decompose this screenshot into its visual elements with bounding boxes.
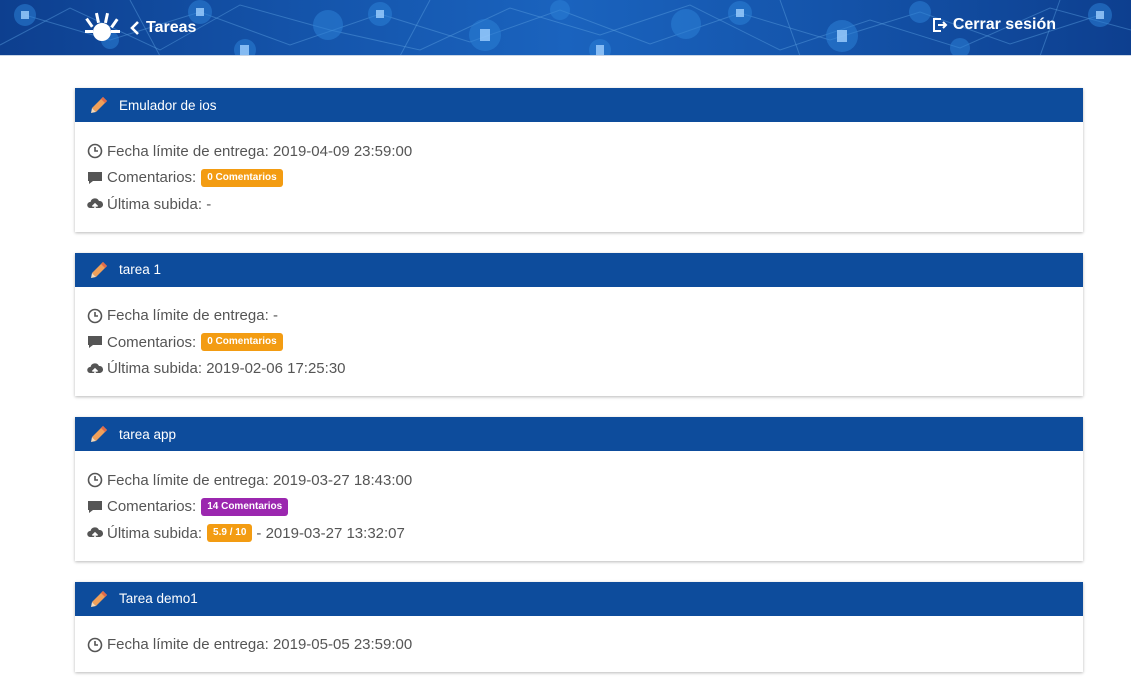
task-card: tarea app Fecha límite de entrega: 2019-…: [75, 417, 1083, 561]
task-title: tarea 1: [119, 262, 162, 277]
pencil-icon: [91, 426, 107, 442]
upload-row: Última subida: 2019-02-06 17:25:30: [87, 356, 1071, 383]
task-card-header[interactable]: Tarea demo1: [75, 581, 1083, 616]
comments-badge[interactable]: 14 Comentarios: [201, 497, 289, 516]
task-card-body: Fecha límite de entrega: 2019-05-05 23:5…: [75, 616, 1083, 673]
task-list: Emulador de ios Fecha límite de entrega:…: [75, 88, 1083, 693]
task-title: Tarea demo1: [119, 591, 198, 606]
task-title: tarea app: [119, 426, 177, 442]
pencil-icon: [91, 97, 107, 113]
deadline-value: -: [272, 307, 278, 325]
deadline-row: Fecha límite de entrega: 2019-03-27 18:4…: [87, 467, 1071, 494]
deadline-label: Fecha límite de entrega:: [107, 636, 269, 654]
comments-row: Comentarios: 14 Comentarios: [87, 494, 1071, 521]
task-card: tarea 1 Fecha límite de entrega: - Comen…: [75, 252, 1083, 397]
comments-badge[interactable]: 0 Comentarios: [201, 333, 283, 352]
clock-icon: [87, 143, 103, 159]
task-card: Emulador de ios Fecha límite de entrega:…: [75, 88, 1083, 232]
task-title: Emulador de ios: [119, 97, 217, 113]
deadline-value: 2019-05-05 23:59:00: [272, 636, 413, 654]
logout-button[interactable]: Cerrar sesión: [932, 16, 1056, 34]
comments-row: Comentarios: 0 Comentarios: [87, 329, 1071, 356]
grade-badge: 5.9 / 10: [207, 524, 253, 543]
app-logo-icon: [85, 12, 120, 41]
upload-value: -: [206, 195, 212, 213]
cloud-upload-icon: [87, 527, 103, 541]
upload-label: Última subida:: [107, 195, 203, 213]
deadline-row: Fecha límite de entrega: -: [87, 303, 1071, 330]
deadline-row: Fecha límite de entrega: 2019-04-09 23:5…: [87, 138, 1071, 165]
back-link-label: Tareas: [146, 19, 197, 36]
task-card-header[interactable]: tarea app: [75, 417, 1083, 451]
header-left: Tareas: [84, 10, 196, 46]
deadline-row: Fecha límite de entrega: 2019-05-05 23:5…: [87, 632, 1071, 659]
clock-icon: [87, 308, 103, 324]
task-card-body: Fecha límite de entrega: 2019-04-09 23:5…: [75, 122, 1083, 232]
task-card-body: Fecha límite de entrega: 2019-03-27 18:4…: [75, 451, 1083, 561]
comment-icon: [88, 500, 102, 513]
comments-label: Comentarios:: [107, 498, 197, 516]
deadline-value: 2019-04-09 23:59:00: [272, 142, 413, 160]
upload-row: Última subida: -: [87, 191, 1071, 218]
task-card-header[interactable]: tarea 1: [75, 252, 1083, 287]
deadline-label: Fecha límite de entrega:: [107, 142, 269, 160]
comments-row: Comentarios: 0 Comentarios: [87, 165, 1071, 192]
comments-badge[interactable]: 0 Comentarios: [201, 168, 283, 187]
clock-icon: [87, 472, 103, 488]
logout-label: Cerrar sesión: [952, 16, 1056, 33]
pencil-icon: [91, 261, 107, 278]
comment-icon: [88, 336, 102, 349]
task-card-header[interactable]: Emulador de ios: [75, 88, 1083, 122]
task-card-body: Fecha límite de entrega: - Comentarios: …: [75, 287, 1083, 397]
chevron-left-icon: [130, 21, 139, 35]
upload-value: - 2019-03-27 13:32:07: [256, 524, 405, 542]
upload-label: Última subida:: [107, 524, 203, 542]
logout-icon: [932, 18, 948, 32]
cloud-upload-icon: [87, 198, 103, 212]
clock-icon: [87, 637, 103, 653]
comment-icon: [88, 171, 102, 184]
comments-label: Comentarios:: [107, 333, 197, 351]
deadline-value: 2019-03-27 18:43:00: [272, 471, 413, 489]
upload-value: 2019-02-06 17:25:30: [206, 360, 346, 378]
app-header: Tareas Cerrar sesión: [0, 0, 1131, 56]
back-to-tasks-link[interactable]: Tareas: [130, 19, 196, 37]
comments-label: Comentarios:: [107, 169, 197, 187]
pencil-icon: [91, 590, 107, 607]
deadline-label: Fecha límite de entrega:: [107, 307, 269, 325]
cloud-upload-icon: [87, 363, 103, 376]
task-card: Tarea demo1 Fecha límite de entrega: 201…: [75, 581, 1083, 673]
deadline-label: Fecha límite de entrega:: [107, 471, 269, 489]
upload-row: Última subida: 5.9 / 10 - 2019-03-27 13:…: [87, 520, 1071, 547]
upload-label: Última subida:: [107, 360, 203, 378]
